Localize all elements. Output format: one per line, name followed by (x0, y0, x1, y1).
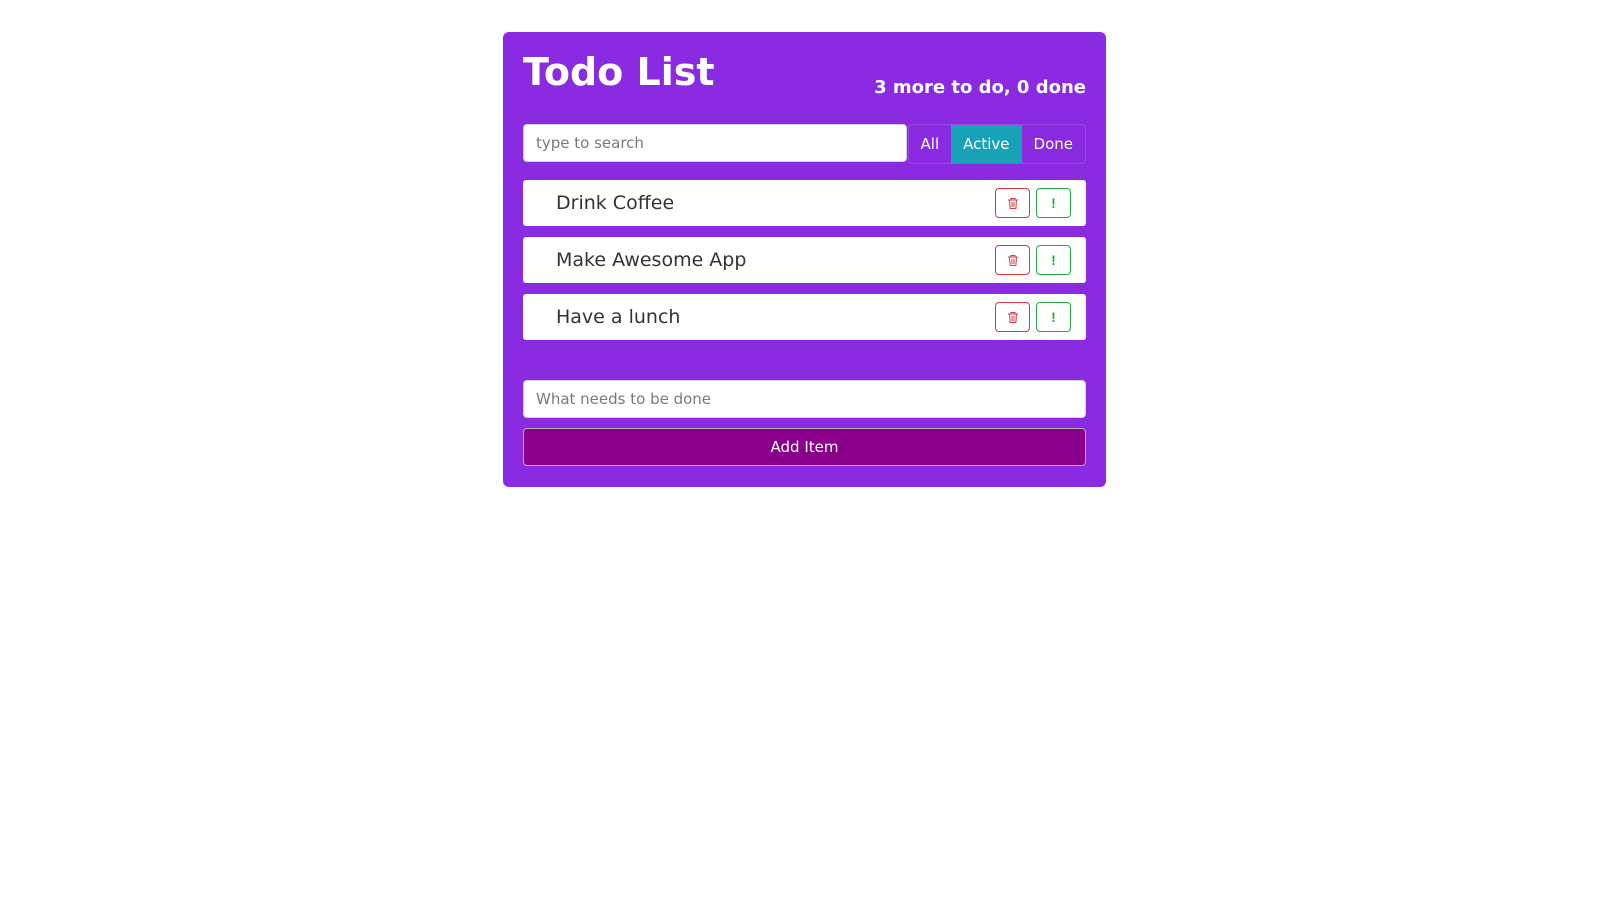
todo-item: Make Awesome App ! (523, 237, 1086, 283)
search-panel: All Active Done (523, 124, 1086, 164)
exclamation-icon: ! (1051, 309, 1056, 325)
add-item-button[interactable]: Add Item (523, 428, 1086, 466)
todo-app-panel: Todo List 3 more to do, 0 done All Activ… (503, 32, 1106, 487)
delete-button[interactable] (995, 188, 1030, 218)
trash-icon (1007, 311, 1018, 323)
filter-active-button[interactable]: Active (951, 125, 1022, 163)
status-filter: All Active Done (907, 124, 1086, 164)
exclamation-icon: ! (1051, 195, 1056, 211)
new-item-input[interactable] (523, 380, 1086, 418)
todo-item-label[interactable]: Have a lunch (556, 294, 680, 340)
task-counter: 3 more to do, 0 done (874, 77, 1086, 98)
filter-done-button[interactable]: Done (1022, 125, 1085, 163)
filter-all-button[interactable]: All (909, 125, 952, 163)
search-input[interactable] (523, 124, 907, 162)
app-header: Todo List 3 more to do, 0 done (523, 32, 1086, 122)
todo-item-label[interactable]: Drink Coffee (556, 180, 674, 226)
todo-list: Drink Coffee ! Make Awesome App ! Have a… (523, 180, 1086, 351)
app-title: Todo List (523, 50, 715, 94)
todo-item: Drink Coffee ! (523, 180, 1086, 226)
mark-important-button[interactable]: ! (1036, 188, 1071, 218)
todo-item: Have a lunch ! (523, 294, 1086, 340)
trash-icon (1007, 254, 1018, 266)
mark-important-button[interactable]: ! (1036, 302, 1071, 332)
todo-item-label[interactable]: Make Awesome App (556, 237, 746, 283)
delete-button[interactable] (995, 302, 1030, 332)
trash-icon (1007, 197, 1018, 209)
mark-important-button[interactable]: ! (1036, 245, 1071, 275)
exclamation-icon: ! (1051, 252, 1056, 268)
delete-button[interactable] (995, 245, 1030, 275)
